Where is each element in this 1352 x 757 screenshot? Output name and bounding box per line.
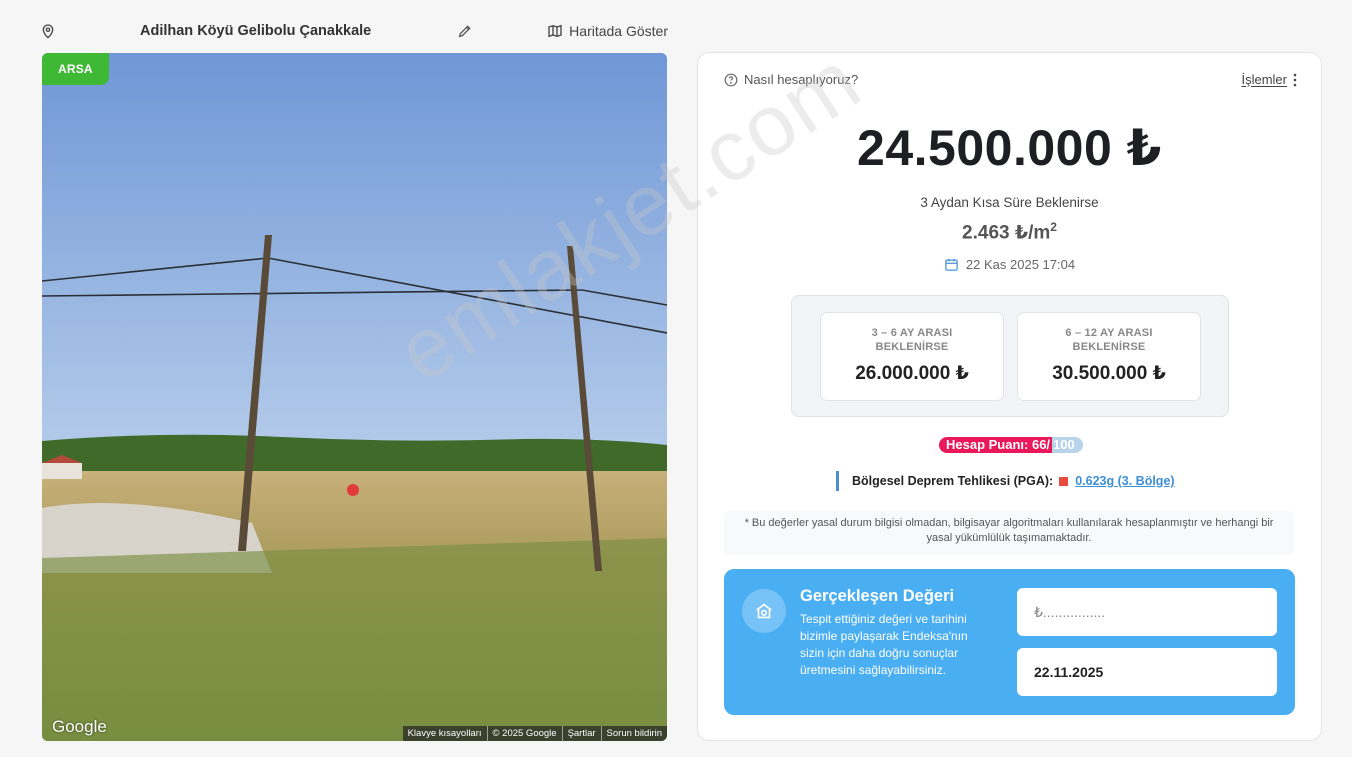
earthquake-risk-value-link[interactable]: 0.623g (3. Bölge) xyxy=(1075,474,1174,488)
location-pin-icon xyxy=(42,24,54,39)
more-vertical-icon xyxy=(1293,73,1297,86)
calculation-score-badge: Hesap Puanı: 66/ 100 xyxy=(939,437,1083,453)
risk-color-square xyxy=(1059,476,1069,486)
valuation-date: 22 Kas 2025 17:04 xyxy=(698,257,1321,272)
how-we-calculate-label: Nasıl hesaplıyoruz? xyxy=(744,72,859,87)
realized-value-title: Gerçekleşen Değeri xyxy=(800,587,955,605)
show-on-map-link[interactable]: Haritada Göster xyxy=(547,23,668,39)
scenario-value: 26.000.000 ₺ xyxy=(855,363,969,384)
price-per-m2: 2.463 ₺/m2 xyxy=(698,220,1321,244)
keyboard-shortcuts-link[interactable]: Klavye kısayolları xyxy=(403,726,488,741)
valuation-date-text: 22 Kas 2025 17:04 xyxy=(965,257,1076,272)
street-view-scene xyxy=(42,53,667,741)
scenario-value: 30.500.000 ₺ xyxy=(1052,363,1166,384)
calendar-icon xyxy=(945,258,958,271)
pencil-icon[interactable] xyxy=(457,23,473,39)
google-logo: Google xyxy=(52,717,107,736)
street-view-photo[interactable]: ARSA Google Klavye kısayolları © 2025 Go… xyxy=(42,53,667,741)
scenario-panel: 3 – 6 AY ARASI BEKLENİRSE 26.000.000 ₺ 6… xyxy=(791,295,1229,417)
price-per-m2-exponent: 2 xyxy=(1050,220,1057,234)
question-circle-icon xyxy=(724,73,738,86)
earthquake-risk: Bölgesel Deprem Tehlikesi (PGA): 0.623g … xyxy=(836,471,1175,491)
map-icon xyxy=(548,24,562,38)
copyright-text: © 2025 Google xyxy=(488,726,563,741)
address-bar: Adilhan Köyü Gelibolu Çanakkale Haritada… xyxy=(40,16,668,46)
estimated-price: 24.500.000 ₺ xyxy=(857,120,1162,176)
scenario-3-6-months: 3 – 6 AY ARASI BEKLENİRSE 26.000.000 ₺ xyxy=(820,312,1004,401)
valuation-card: Nasıl hesaplıyoruz? İşlemler 24.500.000 … xyxy=(697,52,1322,741)
score-max: 100 xyxy=(1052,437,1083,453)
operations-label: İşlemler xyxy=(1241,72,1287,87)
realized-value-icon-wrap xyxy=(742,589,786,633)
terms-link[interactable]: Şartlar xyxy=(563,726,602,741)
disclaimer-note: * Bu değerler yasal durum bilgisi olmada… xyxy=(724,511,1294,555)
scenario-title: 3 – 6 AY ARASI BEKLENİRSE xyxy=(871,327,953,353)
scenario-6-12-months: 6 – 12 AY ARASI BEKLENİRSE 30.500.000 ₺ xyxy=(1017,312,1201,401)
realized-value-panel: Gerçekleşen Değeri Tespit ettiğiniz değe… xyxy=(724,569,1295,715)
show-on-map-label: Haritada Göster xyxy=(569,23,668,39)
realized-date-input[interactable] xyxy=(1017,648,1277,696)
price-per-m2-value: 2.463 ₺/m xyxy=(962,222,1051,244)
realized-price-input[interactable] xyxy=(1017,588,1277,636)
score-label: Hesap Puanı: 66/ xyxy=(939,437,1053,453)
operations-menu[interactable]: İşlemler xyxy=(1241,72,1297,87)
report-problem-link[interactable]: Sorun bildirin xyxy=(602,726,667,741)
map-attribution: Klavye kısayolları © 2025 Google Şartlar… xyxy=(402,726,667,741)
home-money-icon xyxy=(756,603,772,619)
address-text: Adilhan Köyü Gelibolu Çanakkale xyxy=(140,23,372,39)
how-we-calculate-link[interactable]: Nasıl hesaplıyoruz? xyxy=(724,72,858,87)
scenario-title: 6 – 12 AY ARASI BEKLENİRSE xyxy=(1065,327,1153,353)
short-term-label: 3 Aydan Kısa Süre Beklenirse xyxy=(920,195,1099,210)
earthquake-risk-label: Bölgesel Deprem Tehlikesi (PGA): xyxy=(852,474,1054,488)
realized-value-description: Tespit ettiğiniz değeri ve tarihini bizi… xyxy=(800,612,968,677)
category-badge: ARSA xyxy=(42,53,109,85)
